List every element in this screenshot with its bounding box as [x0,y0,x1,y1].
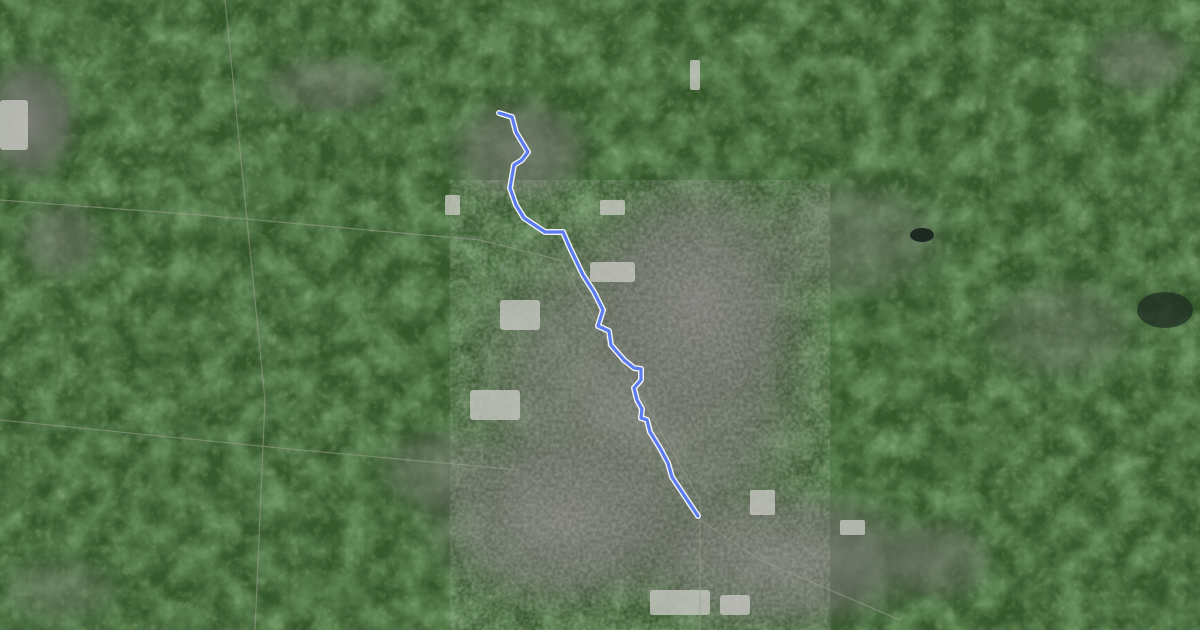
satellite-map[interactable] [0,0,1200,630]
